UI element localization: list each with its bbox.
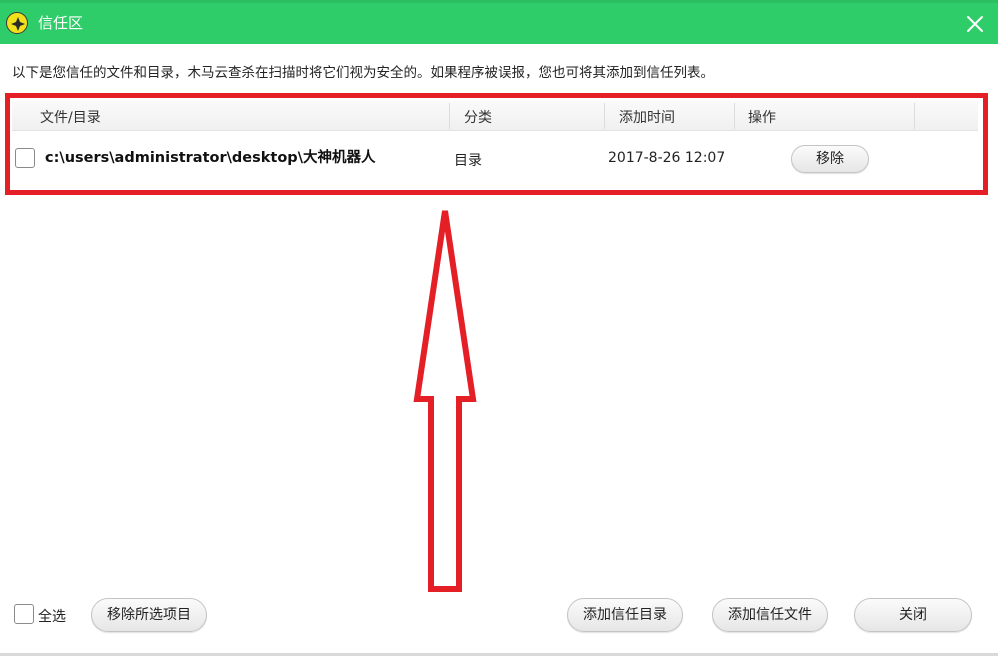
row-path: c:\users\administrator\desktop\大神机器人 — [45, 150, 376, 166]
remove-button[interactable]: 移除 — [791, 145, 869, 173]
table-row[interactable]: c:\users\administrator\desktop\大神机器人 目录 … — [12, 132, 978, 178]
select-all-label[interactable]: 全选 — [38, 606, 66, 626]
table-header: 文件/目录 分类 添加时间 操作 — [12, 101, 978, 131]
column-separator — [914, 103, 915, 129]
close-button[interactable]: 关闭 — [854, 598, 972, 632]
close-icon[interactable] — [962, 11, 988, 37]
app-logo-icon — [6, 12, 28, 34]
trusted-items-table: 文件/目录 分类 添加时间 操作 c:\users\administrator\… — [12, 101, 978, 181]
select-all-checkbox[interactable] — [14, 604, 34, 624]
column-separator — [449, 103, 450, 129]
title-bar: 信任区 — [0, 0, 998, 44]
add-trusted-dir-button[interactable]: 添加信任目录 — [567, 598, 683, 632]
description-text: 以下是您信任的文件和目录，木马云查杀在扫描时将它们视为安全的。如果程序被误报，您… — [12, 65, 714, 81]
add-trusted-file-button[interactable]: 添加信任文件 — [712, 598, 828, 632]
remove-selected-button[interactable]: 移除所选项目 — [91, 598, 207, 632]
row-time: 2017-8-26 12:07 — [608, 150, 726, 166]
column-separator — [604, 103, 605, 129]
arrow-up-icon — [413, 210, 477, 592]
column-header-path[interactable]: 文件/目录 — [40, 101, 101, 131]
window-title: 信任区 — [38, 14, 84, 32]
column-header-time[interactable]: 添加时间 — [619, 101, 675, 131]
column-header-type[interactable]: 分类 — [464, 101, 492, 131]
column-header-action[interactable]: 操作 — [748, 101, 776, 131]
row-type: 目录 — [454, 153, 482, 169]
column-separator — [734, 103, 735, 129]
row-checkbox[interactable] — [15, 148, 35, 168]
